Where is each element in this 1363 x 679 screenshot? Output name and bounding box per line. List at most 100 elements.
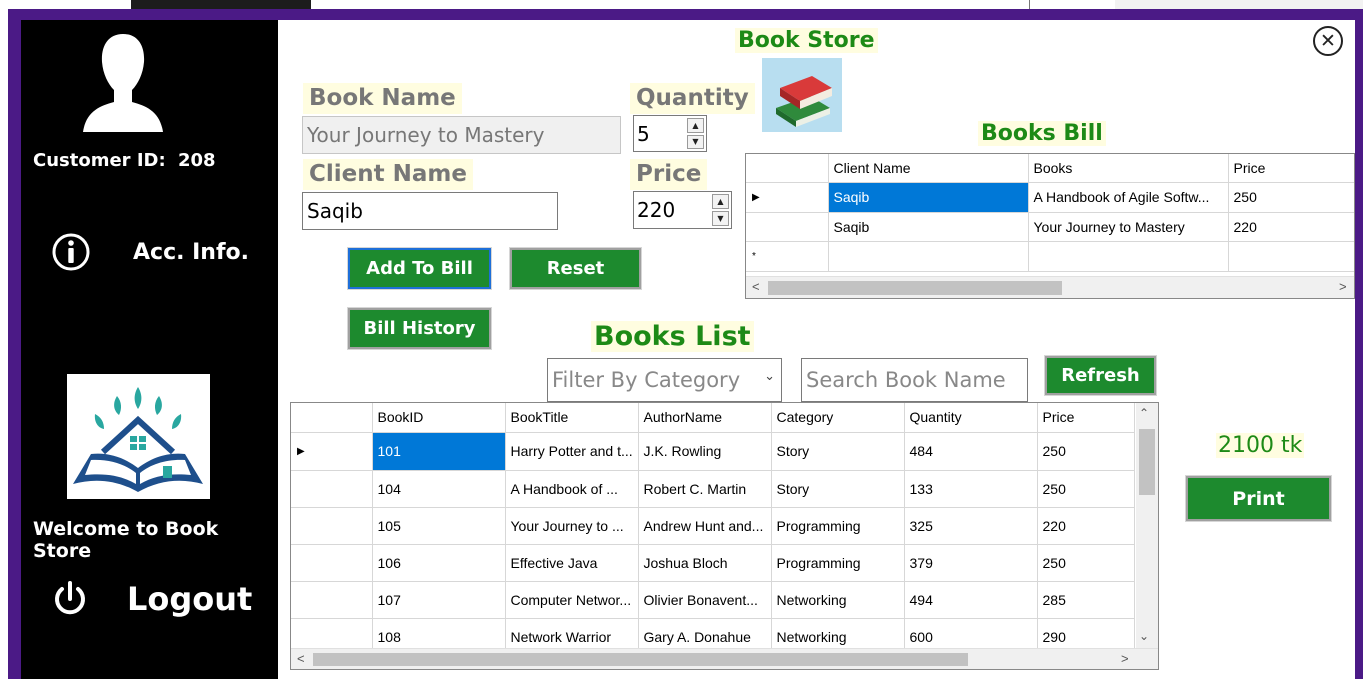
quantity-up-icon[interactable]: ▲ <box>687 118 704 133</box>
customer-id-label: Customer ID: <box>33 150 166 171</box>
bill-header-price[interactable]: Price <box>1228 154 1354 183</box>
book-cell[interactable]: Networking <box>771 581 905 619</box>
books-header-author[interactable]: AuthorName <box>638 403 772 433</box>
books-header-rowheader <box>291 403 373 433</box>
book-cell[interactable]: 250 <box>1037 470 1135 508</box>
book-cell[interactable]: 379 <box>904 544 1038 582</box>
book-cell[interactable]: Story <box>771 470 905 508</box>
books-header-bookid[interactable]: BookID <box>372 403 506 433</box>
bill-cell[interactable]: 220 <box>1228 212 1354 242</box>
table-row[interactable]: 105 Your Journey to ... Andrew Hunt and.… <box>291 507 1135 545</box>
scroll-up-icon[interactable]: ⌃ <box>1139 406 1149 420</box>
close-icon[interactable]: ✕ <box>1313 26 1343 56</box>
book-cell[interactable]: Programming <box>771 544 905 582</box>
bill-cell[interactable]: Saqib <box>828 182 1029 213</box>
book-cell[interactable]: 484 <box>904 432 1038 471</box>
book-cell[interactable]: 250 <box>1037 432 1135 471</box>
logout-button[interactable]: Logout <box>51 580 252 618</box>
price-down-icon[interactable]: ▼ <box>712 211 729 226</box>
book-cell[interactable]: Harry Potter and t... <box>505 432 639 471</box>
titlebar-tick <box>1029 0 1030 9</box>
book-cell[interactable]: 285 <box>1037 581 1135 619</box>
book-cell[interactable]: Your Journey to ... <box>505 507 639 545</box>
books-hscroll-thumb[interactable] <box>313 653 968 666</box>
scroll-left-icon[interactable]: < <box>752 279 760 294</box>
table-row[interactable]: ▶ Saqib A Handbook of Agile Softw... 250 <box>746 182 1354 213</box>
info-icon <box>52 233 90 271</box>
app-title: Book Store <box>735 28 878 53</box>
book-cell[interactable]: Olivier Bonavent... <box>638 581 772 619</box>
books-vertical-scrollbar[interactable]: ⌃ ⌄ <box>1136 403 1158 648</box>
book-cell[interactable]: Computer Networ... <box>505 581 639 619</box>
bill-history-button[interactable]: Bill History <box>347 307 492 350</box>
book-cell[interactable]: J.K. Rowling <box>638 432 772 471</box>
book-cell[interactable]: Programming <box>771 507 905 545</box>
book-cell[interactable]: 325 <box>904 507 1038 545</box>
book-cell[interactable]: 101 <box>372 432 506 471</box>
table-row[interactable]: Saqib Your Journey to Mastery 220 <box>746 212 1354 242</box>
book-cell[interactable]: 133 <box>904 470 1038 508</box>
quantity-stepper[interactable]: 5 ▲ ▼ <box>633 115 707 152</box>
bill-cell[interactable] <box>1028 241 1229 272</box>
books-header-category[interactable]: Category <box>771 403 905 433</box>
scroll-right-icon[interactable]: > <box>1121 651 1129 666</box>
table-row[interactable]: * <box>746 241 1354 272</box>
scroll-left-icon[interactable]: < <box>297 651 305 666</box>
refresh-button[interactable]: Refresh <box>1044 355 1157 396</box>
bill-cell[interactable]: Saqib <box>828 212 1029 242</box>
book-cell[interactable]: 494 <box>904 581 1038 619</box>
bill-cell[interactable] <box>828 241 1029 272</box>
scroll-down-icon[interactable]: ⌄ <box>1139 629 1149 643</box>
book-cell[interactable]: 250 <box>1037 544 1135 582</box>
book-cell[interactable]: 107 <box>372 581 506 619</box>
search-input[interactable]: Search Book Name <box>801 358 1028 402</box>
books-bill-grid[interactable]: Client Name Books Price ▶ Saqib A Handbo… <box>745 153 1355 299</box>
books-horizontal-scrollbar[interactable]: < > <box>291 648 1158 669</box>
row-header <box>291 581 373 619</box>
add-to-bill-button[interactable]: Add To Bill <box>347 247 492 290</box>
book-cell[interactable]: 220 <box>1037 507 1135 545</box>
books-vscroll-thumb[interactable] <box>1139 429 1155 495</box>
window-top-strip <box>0 0 1363 9</box>
bill-header-books[interactable]: Books <box>1028 154 1229 183</box>
bill-cell[interactable]: 250 <box>1228 182 1354 213</box>
category-filter-select[interactable]: Filter By Category ⌄ <box>547 358 782 402</box>
print-button[interactable]: Print <box>1185 475 1332 522</box>
books-header-quantity[interactable]: Quantity <box>904 403 1038 433</box>
book-cell[interactable]: Robert C. Martin <box>638 470 772 508</box>
main-panel: Book Store ✕ Book Name Your Journey to M… <box>278 20 1355 679</box>
bill-cell[interactable] <box>1228 241 1354 272</box>
book-cell[interactable]: Andrew Hunt and... <box>638 507 772 545</box>
table-row[interactable]: 106 Effective Java Joshua Bloch Programm… <box>291 544 1135 582</box>
table-row[interactable]: 104 A Handbook of ... Robert C. Martin S… <box>291 470 1135 508</box>
price-up-icon[interactable]: ▲ <box>712 194 729 209</box>
bill-scrollbar-thumb[interactable] <box>768 281 1062 295</box>
scroll-right-icon[interactable]: > <box>1339 279 1347 294</box>
search-placeholder: Search Book Name <box>806 368 1006 392</box>
client-name-field[interactable]: Saqib <box>302 192 558 230</box>
quantity-down-icon[interactable]: ▼ <box>687 134 704 149</box>
reset-button[interactable]: Reset <box>509 247 642 290</box>
books-list-grid[interactable]: BookID BookTitle AuthorName Category Qua… <box>290 402 1159 670</box>
book-cell[interactable]: A Handbook of ... <box>505 470 639 508</box>
books-header-price[interactable]: Price <box>1037 403 1135 433</box>
book-store-logo <box>67 374 210 499</box>
book-cell[interactable]: Joshua Bloch <box>638 544 772 582</box>
book-cell[interactable]: Story <box>771 432 905 471</box>
bill-cell[interactable]: Your Journey to Mastery <box>1028 212 1229 242</box>
table-row[interactable]: 107 Computer Networ... Olivier Bonavent.… <box>291 581 1135 619</box>
table-row[interactable]: ▶ 101 Harry Potter and t... J.K. Rowling… <box>291 432 1135 471</box>
books-header-title[interactable]: BookTitle <box>505 403 639 433</box>
book-cell[interactable]: Effective Java <box>505 544 639 582</box>
book-name-field[interactable]: Your Journey to Mastery <box>302 116 621 154</box>
titlebar-grey-segment <box>1115 0 1363 9</box>
bill-horizontal-scrollbar[interactable]: < > <box>746 276 1354 298</box>
book-cell[interactable]: 106 <box>372 544 506 582</box>
client-name-label: Client Name <box>303 159 473 190</box>
bill-header-client[interactable]: Client Name <box>828 154 1029 183</box>
price-stepper[interactable]: 220 ▲ ▼ <box>633 191 732 229</box>
book-cell[interactable]: 105 <box>372 507 506 545</box>
bill-cell[interactable]: A Handbook of Agile Softw... <box>1028 182 1229 213</box>
account-info-button[interactable]: Acc. Info. <box>51 232 249 272</box>
book-cell[interactable]: 104 <box>372 470 506 508</box>
